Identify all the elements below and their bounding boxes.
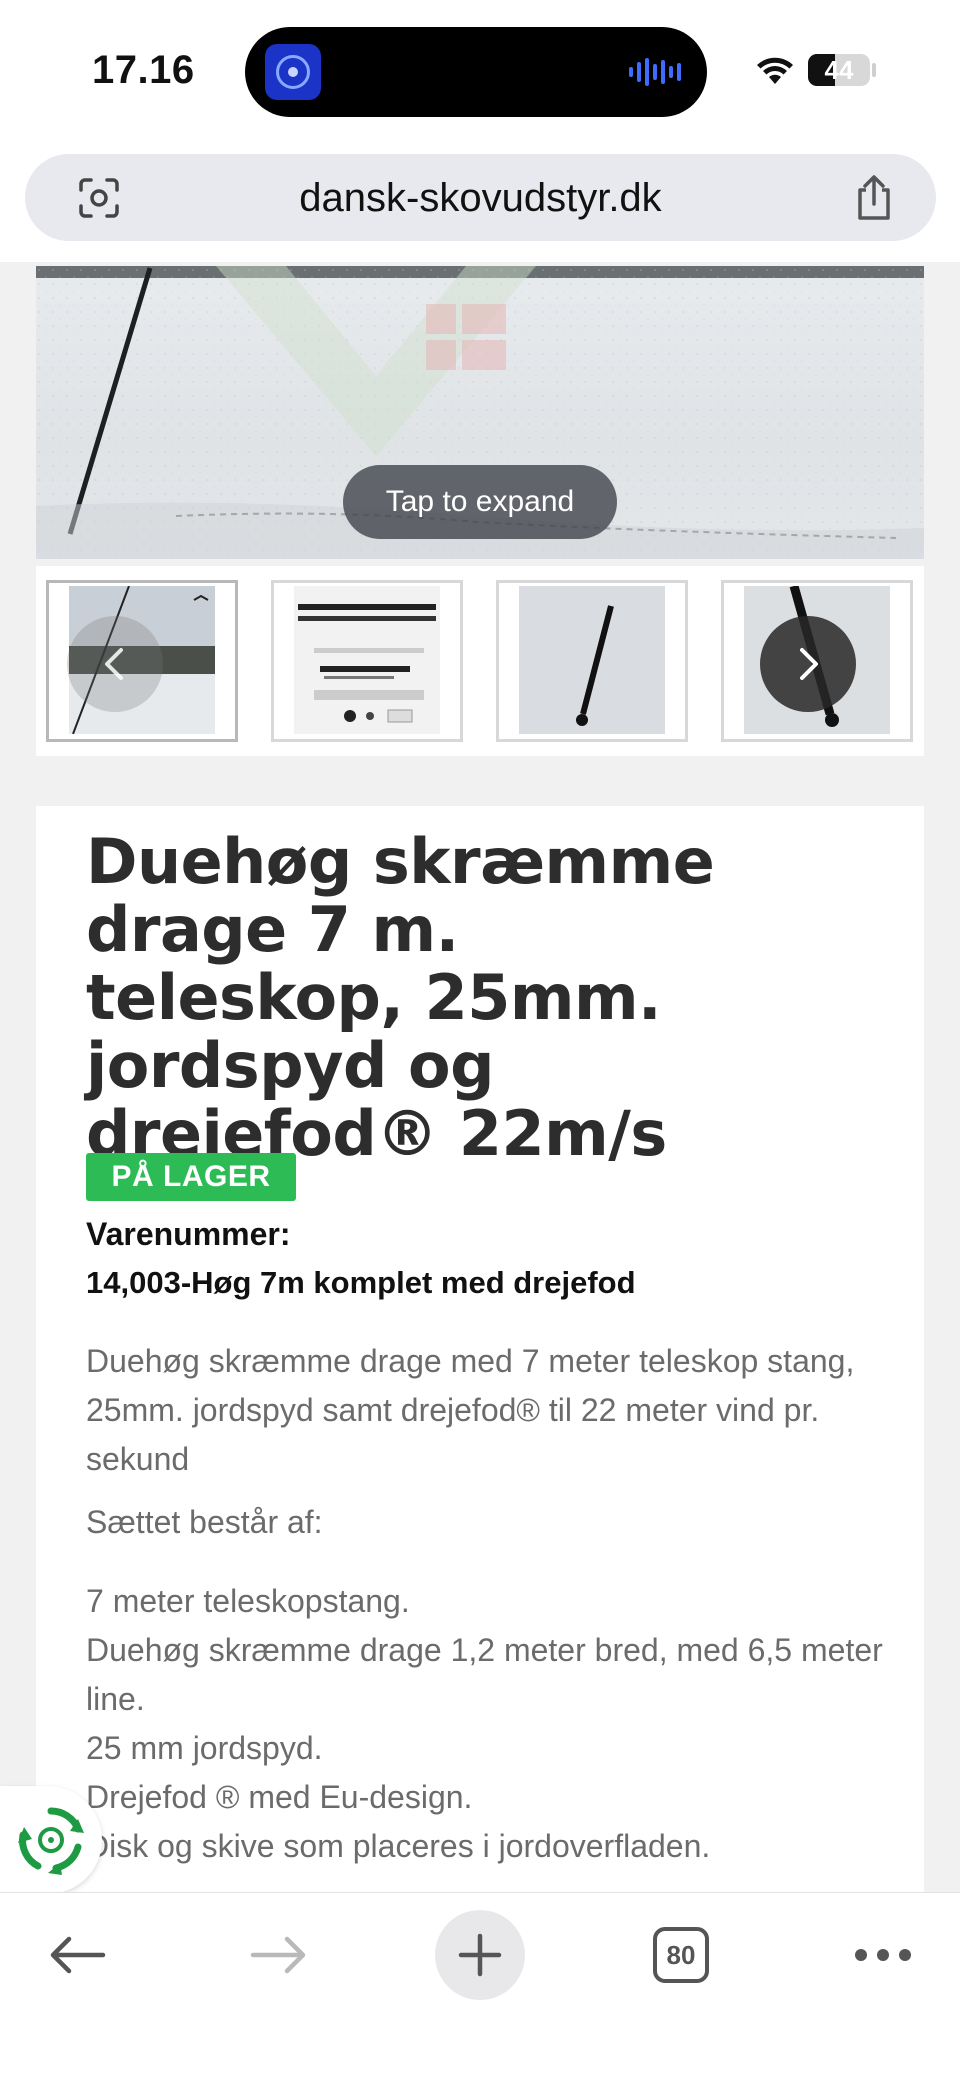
recycle-icon — [18, 1807, 84, 1875]
wifi-icon — [757, 57, 793, 84]
stock-status-badge: PÅ LAGER — [86, 1153, 296, 1201]
back-button[interactable] — [32, 1910, 122, 2000]
thumbnail-2[interactable] — [271, 580, 463, 742]
list-item: Duehøg skræmme drage 1,2 meter bred, med… — [86, 1632, 883, 1717]
list-item: 25 mm jordspyd. — [86, 1730, 323, 1766]
more-menu-button[interactable] — [838, 1910, 928, 2000]
plus-icon — [458, 1933, 502, 1977]
address-bar[interactable]: dansk-skovudstyr.dk — [25, 154, 936, 241]
chevron-left-icon — [105, 648, 123, 680]
tab-count: 80 — [653, 1927, 709, 1983]
arrow-left-icon — [50, 1936, 106, 1974]
sku-label: Varenummer: — [86, 1216, 291, 1252]
set-contents-title: Sættet består af: — [86, 1504, 323, 1540]
tap-to-expand-button[interactable]: Tap to expand — [343, 465, 617, 539]
share-icon[interactable] — [852, 174, 896, 222]
set-contents-list: 7 meter teleskopstang. Duehøg skræmme dr… — [86, 1577, 886, 1871]
chevron-right-icon — [800, 648, 818, 680]
gallery-prev-button[interactable] — [67, 616, 163, 712]
thumbnail-3[interactable] — [496, 580, 688, 742]
battery-level: 44 — [824, 55, 854, 85]
list-item: Drejefod ® med Eu-design. — [86, 1779, 473, 1815]
more-dots-icon — [855, 1949, 911, 1961]
sku-value: 14,003-Høg 7m komplet med drejefod — [86, 1265, 636, 1300]
battery-icon: 44 — [808, 54, 870, 86]
url-text[interactable]: dansk-skovudstyr.dk — [25, 176, 936, 221]
thumbnail-image — [294, 586, 440, 734]
gallery-next-button[interactable] — [760, 616, 856, 712]
app-icon — [265, 44, 321, 100]
status-bar: 17.16 44 — [0, 0, 960, 140]
list-item: Disk og skive som placeres i jordoverfla… — [86, 1828, 711, 1864]
status-time: 17.16 — [92, 48, 195, 92]
battery-nub — [872, 63, 876, 77]
tabs-button[interactable]: 80 — [636, 1910, 726, 2000]
arrow-right-icon — [250, 1936, 306, 1974]
thumbnail-image — [519, 586, 665, 734]
product-description: Duehøg skræmme drage med 7 meter telesko… — [86, 1343, 855, 1477]
dynamic-island[interactable] — [245, 27, 707, 117]
forward-button[interactable] — [234, 1910, 324, 2000]
list-item: 7 meter teleskopstang. — [86, 1583, 410, 1619]
audio-wave-icon — [629, 58, 681, 86]
product-title: Duehøg skræmme drage 7 m. teleskop, 25mm… — [86, 825, 715, 1170]
new-tab-button[interactable] — [435, 1910, 525, 2000]
